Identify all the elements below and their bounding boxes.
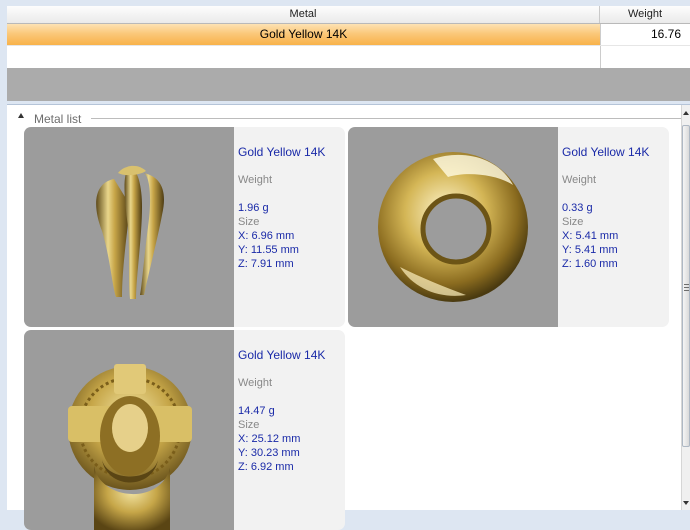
grid-row-selected[interactable]: Gold Yellow 14K 16.76 (7, 24, 690, 45)
metal-list-panel: Metal list Gold Yellow 14K Weight 1.96 g… (7, 104, 690, 530)
weight-label: Weight (562, 174, 597, 186)
weight-value: 0.33 g (562, 202, 593, 214)
weight-value: 14.47 g (238, 405, 275, 417)
weight-value: 1.96 g (238, 202, 269, 214)
size-y: Y: 11.55 mm (238, 244, 299, 256)
size-z: Z: 7.91 mm (238, 258, 294, 270)
metal-name: Gold Yellow 14K (238, 348, 326, 362)
metal-list-title: Metal list (34, 112, 82, 126)
size-x: X: 6.96 mm (238, 230, 295, 242)
weight-cell[interactable]: 16.76 (600, 24, 690, 45)
grip-icon (684, 284, 689, 292)
metal-name: Gold Yellow 14K (238, 145, 326, 159)
empty-weight-cell[interactable] (600, 46, 690, 68)
vertical-scrollbar[interactable] (681, 105, 690, 510)
size-label: Size (238, 216, 260, 228)
grid-row-empty[interactable] (7, 45, 690, 68)
scrollbar-thumb[interactable] (682, 125, 690, 447)
model-thumbnail (348, 127, 558, 327)
metal-card[interactable]: Gold Yellow 14K Weight 1.96 g Size X: 6.… (24, 127, 345, 327)
size-label: Size (238, 419, 260, 431)
earring-drop-icon (96, 165, 164, 299)
weight-label: Weight (238, 377, 273, 389)
metal-column-header[interactable]: Metal (7, 6, 600, 23)
weight-column-header[interactable]: Weight (600, 6, 690, 23)
model-thumbnail (24, 330, 234, 530)
size-label: Size (562, 216, 584, 228)
metal-weight-grid: Metal Weight Gold Yellow 14K 16.76 (7, 6, 690, 101)
metal-info: Gold Yellow 14K Weight 14.47 g Size X: 2… (238, 348, 325, 474)
weight-label: Weight (238, 174, 273, 186)
size-y: Y: 5.41 mm (562, 244, 618, 256)
ring-torus-icon (378, 152, 528, 302)
size-x: X: 5.41 mm (562, 230, 619, 242)
size-y: Y: 30.23 mm (238, 447, 300, 459)
metal-info: Gold Yellow 14K Weight 0.33 g Size X: 5.… (562, 145, 649, 271)
grid-header: Metal Weight (7, 6, 690, 24)
jesus-pendant-icon (68, 364, 192, 530)
size-z: Z: 6.92 mm (238, 461, 294, 473)
metal-card[interactable]: Gold Yellow 14K Weight 14.47 g Size X: 2… (24, 330, 345, 530)
group-separator (91, 118, 682, 119)
size-x: X: 25.12 mm (238, 433, 301, 445)
scroll-up-icon[interactable] (683, 111, 689, 115)
model-thumbnail (24, 127, 234, 327)
metal-name: Gold Yellow 14K (562, 145, 650, 159)
scroll-down-icon[interactable] (683, 501, 689, 505)
size-z: Z: 1.60 mm (562, 258, 618, 270)
metal-card[interactable]: Gold Yellow 14K Weight 0.33 g Size X: 5.… (348, 127, 669, 327)
metal-info: Gold Yellow 14K Weight 1.96 g Size X: 6.… (238, 145, 325, 271)
collapse-group-icon[interactable] (18, 113, 24, 118)
metal-cell: Gold Yellow 14K (259, 27, 348, 41)
